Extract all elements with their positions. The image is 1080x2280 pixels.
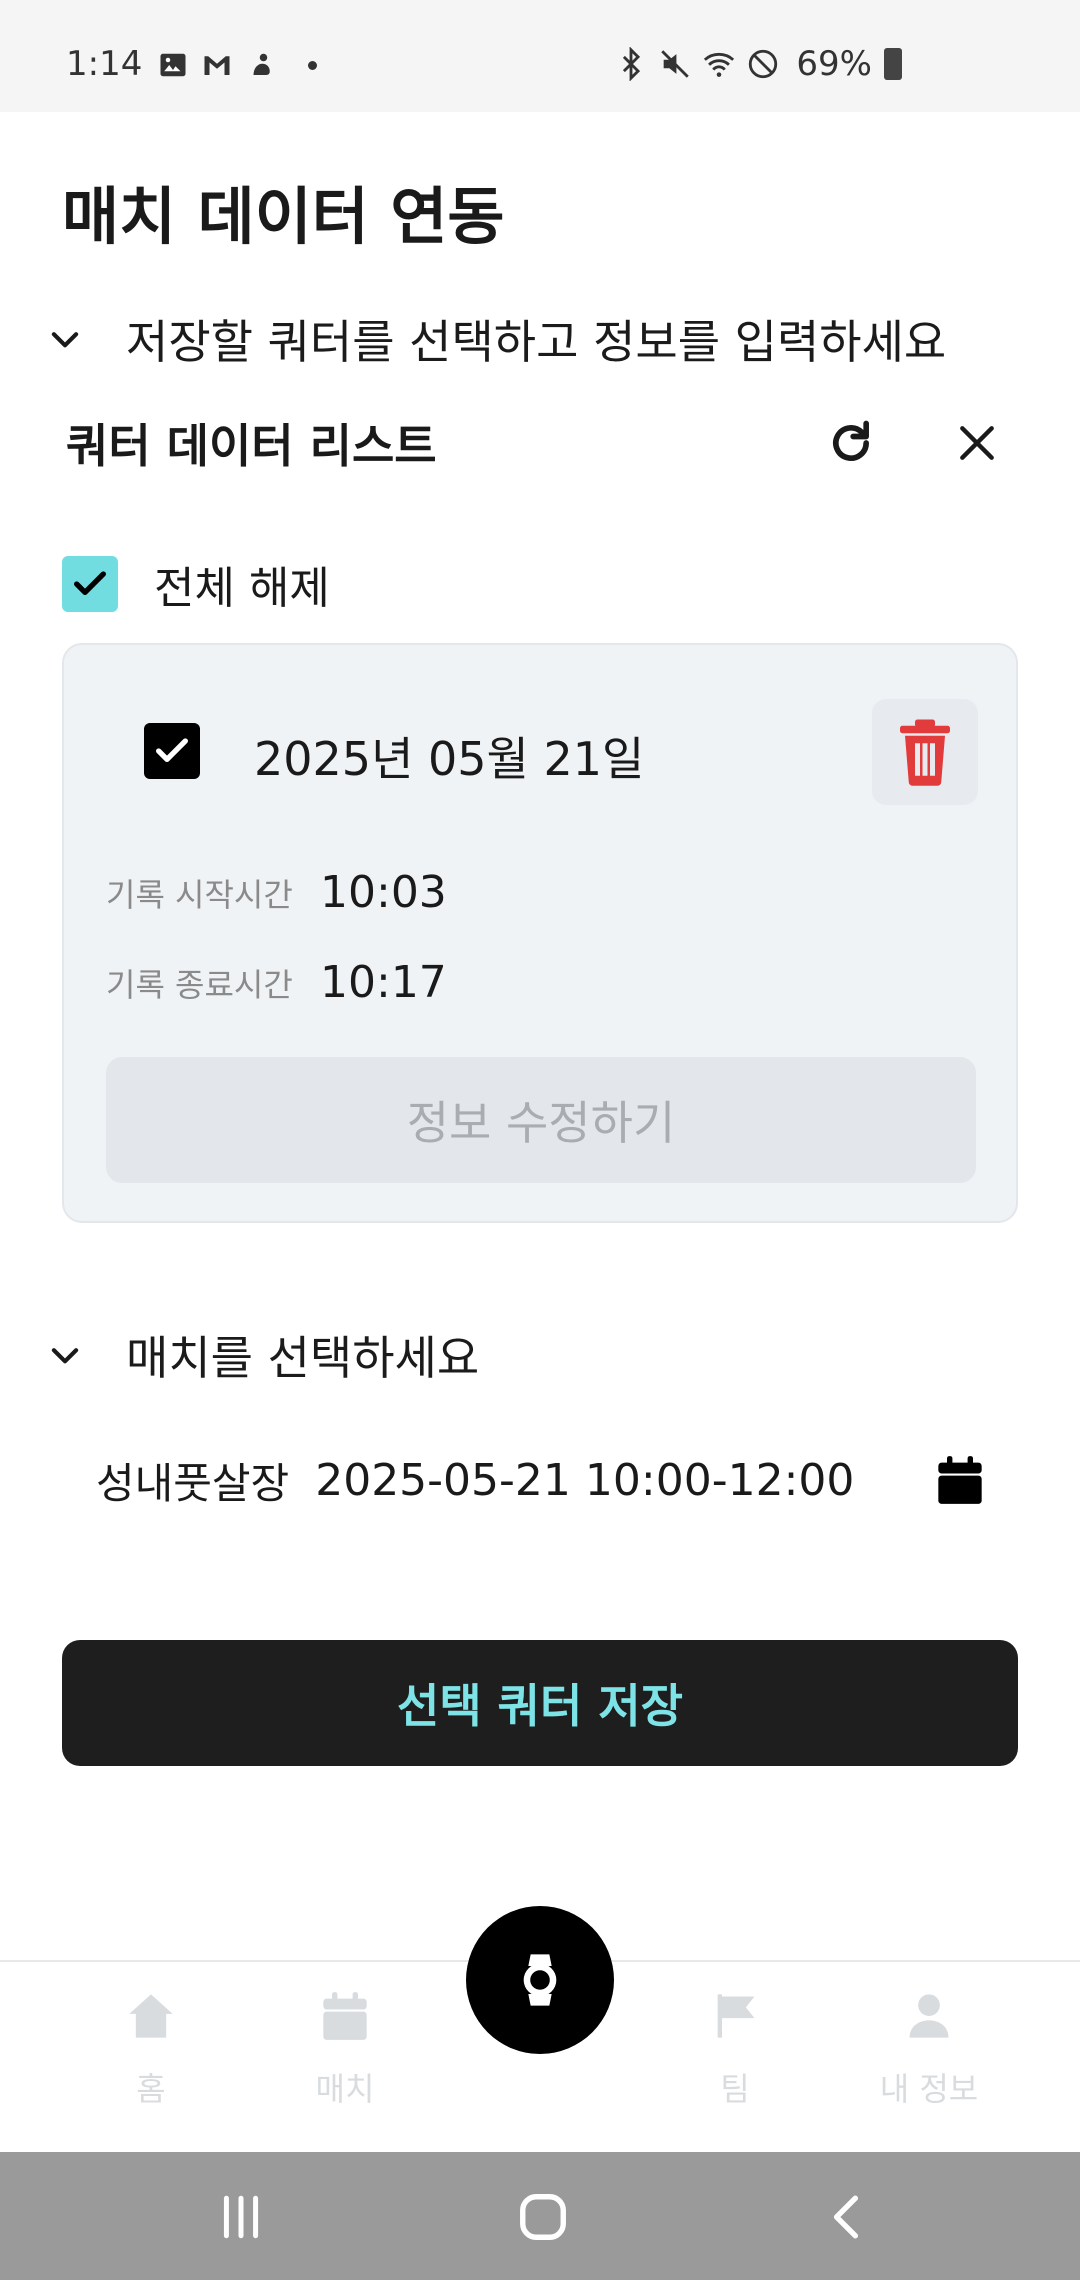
battery-icon [884,48,902,80]
close-button[interactable] [946,412,1008,474]
calendar-icon [323,1992,367,2040]
calendar-icon [938,1456,982,1504]
watch-icon [523,1954,557,2006]
refresh-button[interactable] [820,412,882,474]
nav-label-team: 팀 [720,2070,750,2108]
record-start-row: 기록 시작시간 10:03 [106,867,447,918]
nav-label-match: 매치 [315,2070,375,2108]
calendar-button[interactable] [930,1440,990,1520]
chevron-down-icon [51,332,79,348]
quarter-section-toggle[interactable]: 저장할 쿼터를 선택하고 정보를 입력하세요 [46,306,946,372]
nav-label-home: 홈 [136,2070,166,2108]
recent-apps-button[interactable] [206,2182,276,2252]
match-section-label: 매치를 선택하세요 [126,1331,480,1385]
trash-icon [900,719,950,786]
nav-label-profile: 내 정보 [879,2070,979,2108]
edit-info-button[interactable]: 정보 수정하기 [106,1057,976,1183]
recent-apps-icon [223,2195,259,2239]
quarter-date: 2025년 05월 21일 [254,732,645,786]
battery-percent: 69% [796,44,872,84]
select-all-label: 전체 해제 [154,563,330,614]
refresh-icon [833,420,869,461]
match-datetime: 2025-05-21 10:00-12:00 [315,1454,855,1506]
image-icon [160,53,186,77]
watch-sync-button[interactable] [466,1906,614,2054]
back-button[interactable] [812,2182,882,2252]
quarter-list-title: 쿼터 데이터 리스트 [66,419,437,473]
select-all-checkbox[interactable] [62,556,118,612]
home-circle-icon [520,2194,566,2240]
nav-item-team[interactable]: 팀 [650,1990,820,2110]
match-section-toggle[interactable]: 매치를 선택하세요 [46,1322,479,1388]
quarter-checkbox[interactable] [144,723,200,779]
flag-icon [717,1994,755,2038]
status-time: 1:14 [66,44,143,84]
system-nav-bar [0,2152,1080,2280]
check-icon [74,571,107,595]
page-title: 매치 데이터 연동 [62,180,505,253]
match-selector[interactable]: 성내풋살장 2025-05-21 10:00-12:00 [96,1440,986,1520]
nav-item-home[interactable]: 홈 [66,1990,236,2110]
close-icon [960,426,994,460]
record-end-row: 기록 종료시간 10:17 [106,957,447,1008]
chevron-down-icon [51,1348,79,1364]
save-quarter-button[interactable]: 선택 쿼터 저장 [62,1640,1018,1766]
match-place: 성내풋살장 [96,1458,290,1508]
check-icon [156,738,188,762]
notification-dot [308,60,317,70]
quarter-card: 2025년 05월 21일 기록 시작시간 10:03 기록 종료시간 10:1… [62,643,1018,1223]
wifi-icon [704,52,735,77]
delete-button[interactable] [872,699,978,805]
home-icon [129,1994,173,2038]
record-start-label: 기록 시작시간 [106,875,293,914]
select-all-toggle[interactable]: 전체 해제 [62,552,330,616]
record-start-value: 10:03 [320,867,447,918]
gmail-icon [204,56,230,75]
dnd-icon [749,49,778,79]
bluetooth-icon [623,47,641,81]
back-chevron-icon [833,2195,859,2239]
person-icon [909,1994,949,2038]
home-system-button[interactable] [508,2182,578,2252]
app-icon [253,53,270,75]
record-end-label: 기록 종료시간 [106,965,293,1004]
mute-icon [661,50,690,78]
nav-item-profile[interactable]: 내 정보 [844,1990,1014,2110]
record-end-value: 10:17 [320,957,447,1008]
status-bar: 1:14 69% [0,0,1080,112]
nav-item-match[interactable]: 매치 [260,1990,430,2110]
quarter-section-label: 저장할 쿼터를 선택하고 정보를 입력하세요 [126,315,947,369]
